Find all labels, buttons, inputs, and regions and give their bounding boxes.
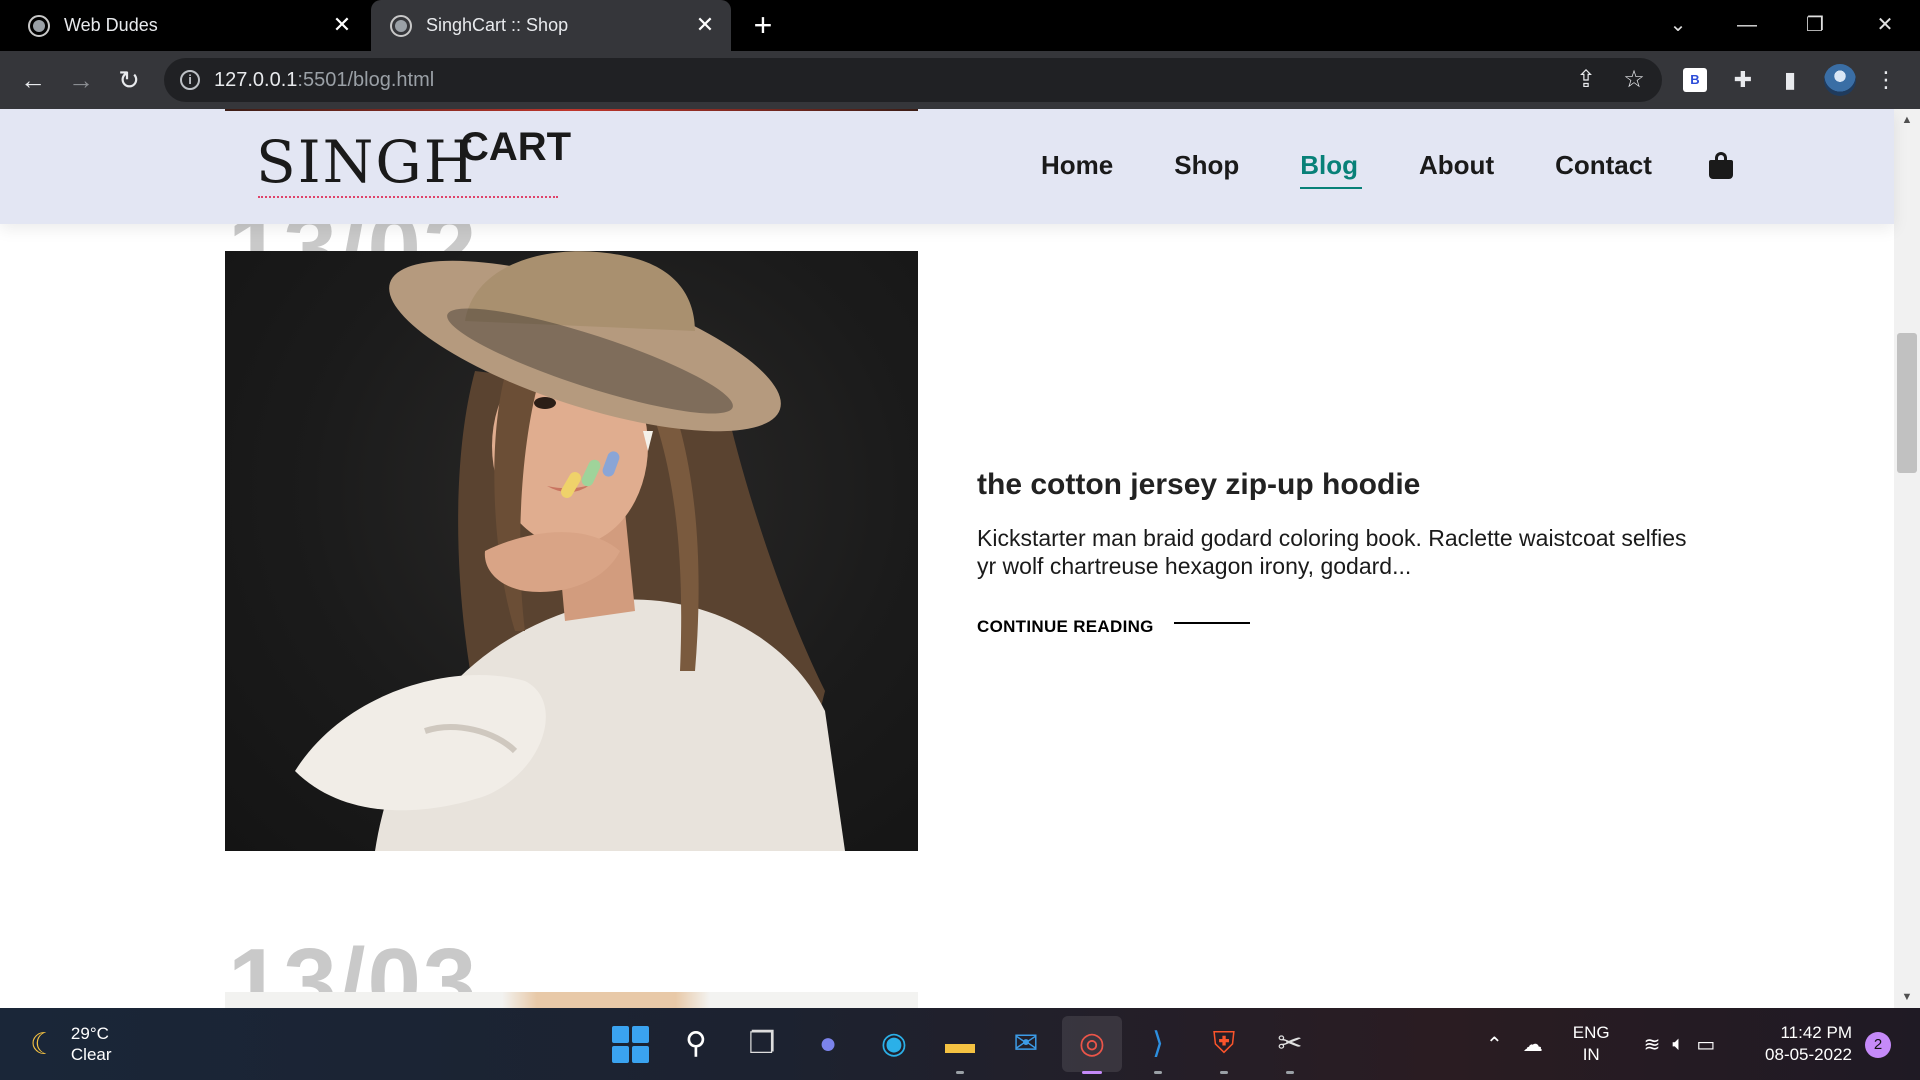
close-window-icon[interactable]: ✕ (1865, 8, 1905, 42)
task-view-button[interactable]: ❐ (742, 1024, 782, 1064)
nav-about[interactable]: About (1419, 150, 1494, 181)
brave-lion-icon: ⛨ (1212, 1027, 1236, 1060)
reload-icon[interactable]: ↻ (112, 63, 146, 97)
site-header: SINGH CART Home Shop Blog About Contact (0, 109, 1894, 224)
continue-reading-link[interactable]: CONTINUE READING (977, 617, 1154, 637)
moon-icon: ☾ (30, 1027, 57, 1061)
back-icon[interactable]: ← (16, 63, 50, 97)
site-logo[interactable]: SINGH CART (256, 121, 571, 201)
browser-tab-web-dudes[interactable]: Web Dudes ✕ (28, 0, 368, 51)
blog-post-title[interactable]: the cotton jersey zip-up hoodie (977, 468, 1420, 502)
region-code: IN (1582, 1045, 1600, 1064)
clock[interactable]: 11:42 PM 08-05-2022 (1752, 1022, 1852, 1066)
scrollbar-thumb[interactable] (1897, 333, 1917, 473)
edge-browser-button[interactable]: ◉ (874, 1024, 914, 1064)
snipping-tool-icon: ✂ (1277, 1027, 1303, 1060)
logo-superscript-text: CART (460, 125, 572, 169)
minimize-icon[interactable]: — (1727, 8, 1767, 42)
mail-button[interactable]: ✉ (1006, 1024, 1046, 1064)
woman-in-hat-photo (295, 251, 845, 851)
notification-badge[interactable]: 2 (1865, 1032, 1891, 1058)
main-navigation: Home Shop Blog About Contact (1041, 145, 1733, 189)
page-viewport: 13/02 the cotton jersey zip-up hoodie Ki… (0, 109, 1920, 1008)
blog-post-image (225, 992, 918, 1008)
weather-condition: Clear (70, 1045, 112, 1064)
file-explorer-button[interactable]: ▬ (940, 1024, 980, 1074)
chat-icon: ● (818, 1027, 838, 1060)
tab-search-icon[interactable]: ⌄ (1658, 8, 1698, 42)
brave-button[interactable]: ⛨ (1204, 1024, 1244, 1074)
chrome-icon: ◎ (1078, 1027, 1106, 1060)
nav-home[interactable]: Home (1041, 150, 1113, 181)
temperature: 29°C (70, 1024, 109, 1043)
extensions-puzzle-icon[interactable]: ✚ (1729, 66, 1757, 94)
volume-icon[interactable]: 🔈︎ (1672, 1033, 1684, 1056)
nav-blog[interactable]: Blog (1300, 150, 1362, 189)
browser-toolbar: ← → ↻ i 127.0.0.1:5501/blog.html ⇪ ☆ B ✚… (0, 51, 1920, 109)
tab-title: SinghCart :: Shop (426, 15, 569, 35)
vscode-icon: ⟩ (1152, 1027, 1164, 1060)
vscode-button[interactable]: ⟩ (1138, 1024, 1178, 1074)
chevron-up-icon[interactable]: ⌃ (1486, 1032, 1503, 1057)
url-path: :5501/blog.html (297, 69, 435, 91)
tab-title: Web Dudes (64, 15, 158, 35)
close-tab-icon[interactable]: ✕ (693, 13, 717, 37)
scroll-up-arrow-icon[interactable]: ▲ (1894, 109, 1920, 131)
nav-contact[interactable]: Contact (1555, 150, 1652, 181)
url-host: 127.0.0.1 (214, 69, 298, 91)
forward-icon[interactable]: → (64, 63, 98, 97)
chrome-button[interactable]: ◎ (1062, 1016, 1122, 1074)
browser-menu-icon[interactable]: ⋮ (1872, 66, 1900, 94)
chat-button[interactable]: ● (808, 1024, 848, 1064)
continue-reading-underline (1174, 622, 1250, 624)
system-tray: ⌃ ☁ ENG IN ≋ 🔈︎ ▭ (1486, 1008, 1735, 1080)
browser-tab-singhcart[interactable]: SinghCart :: Shop ✕ (371, 0, 731, 51)
windows-taskbar: ☾ 29°C Clear ⚲ ❐ ● ◉ ▬ ✉ ◎ ⟩ ⛨ ✂ ⌃ ☁ ENG… (0, 1008, 1920, 1080)
scroll-down-arrow-icon[interactable]: ▼ (1894, 986, 1920, 1008)
close-tab-icon[interactable]: ✕ (330, 13, 354, 37)
clock-time: 11:42 PM (1780, 1023, 1852, 1042)
start-button[interactable] (610, 1024, 650, 1064)
nav-shop[interactable]: Shop (1174, 150, 1239, 181)
browser-tab-strip: Web Dudes ✕ SinghCart :: Shop ✕ + ⌄ — ❐ … (0, 0, 1920, 51)
logo-main-text: SINGH (256, 128, 477, 196)
clock-date: 08-05-2022 (1765, 1045, 1852, 1064)
language-indicator[interactable]: ENG IN (1573, 1022, 1610, 1066)
share-icon[interactable]: ⇪ (1572, 66, 1600, 94)
weather-widget[interactable]: ☾ 29°C Clear (30, 1022, 112, 1066)
globe-icon (28, 14, 50, 37)
wifi-icon[interactable]: ≋ (1644, 1032, 1661, 1057)
globe-icon (390, 14, 412, 37)
profile-avatar[interactable] (1824, 64, 1856, 96)
onedrive-cloud-icon[interactable]: ☁ (1523, 1032, 1543, 1057)
language-code: ENG (1572, 1023, 1610, 1042)
url-text[interactable]: 127.0.0.1:5501/blog.html (214, 69, 434, 92)
mail-icon: ✉ (1013, 1027, 1039, 1060)
task-view-icon: ❐ (748, 1027, 776, 1060)
blog-post-image (225, 251, 918, 851)
restore-icon[interactable]: ❐ (1795, 8, 1835, 42)
bookmark-star-icon[interactable]: ☆ (1620, 66, 1648, 94)
new-tab-button[interactable]: + (748, 9, 778, 41)
page-scrollbar[interactable]: ▲ ▼ (1894, 109, 1920, 1008)
snipping-tool-button[interactable]: ✂ (1270, 1024, 1310, 1074)
image-top-edge (225, 109, 918, 111)
address-bar[interactable]: i 127.0.0.1:5501/blog.html ⇪ ☆ (164, 58, 1662, 102)
windows-logo-icon (611, 1025, 649, 1063)
battery-icon[interactable]: ▭ (1696, 1032, 1715, 1057)
site-info-icon[interactable]: i (180, 70, 200, 90)
logo-underline (258, 196, 558, 198)
blog-post-excerpt: Kickstarter man braid godard coloring bo… (977, 525, 1687, 579)
folder-icon: ▬ (945, 1027, 975, 1060)
side-panel-icon[interactable]: ▮ (1776, 66, 1804, 94)
search-icon: ⚲ (685, 1027, 707, 1060)
extension-b-icon[interactable]: B (1683, 68, 1707, 92)
shopping-bag-icon[interactable] (1708, 151, 1733, 179)
edge-icon: ◉ (880, 1027, 908, 1060)
search-button[interactable]: ⚲ (676, 1024, 716, 1064)
